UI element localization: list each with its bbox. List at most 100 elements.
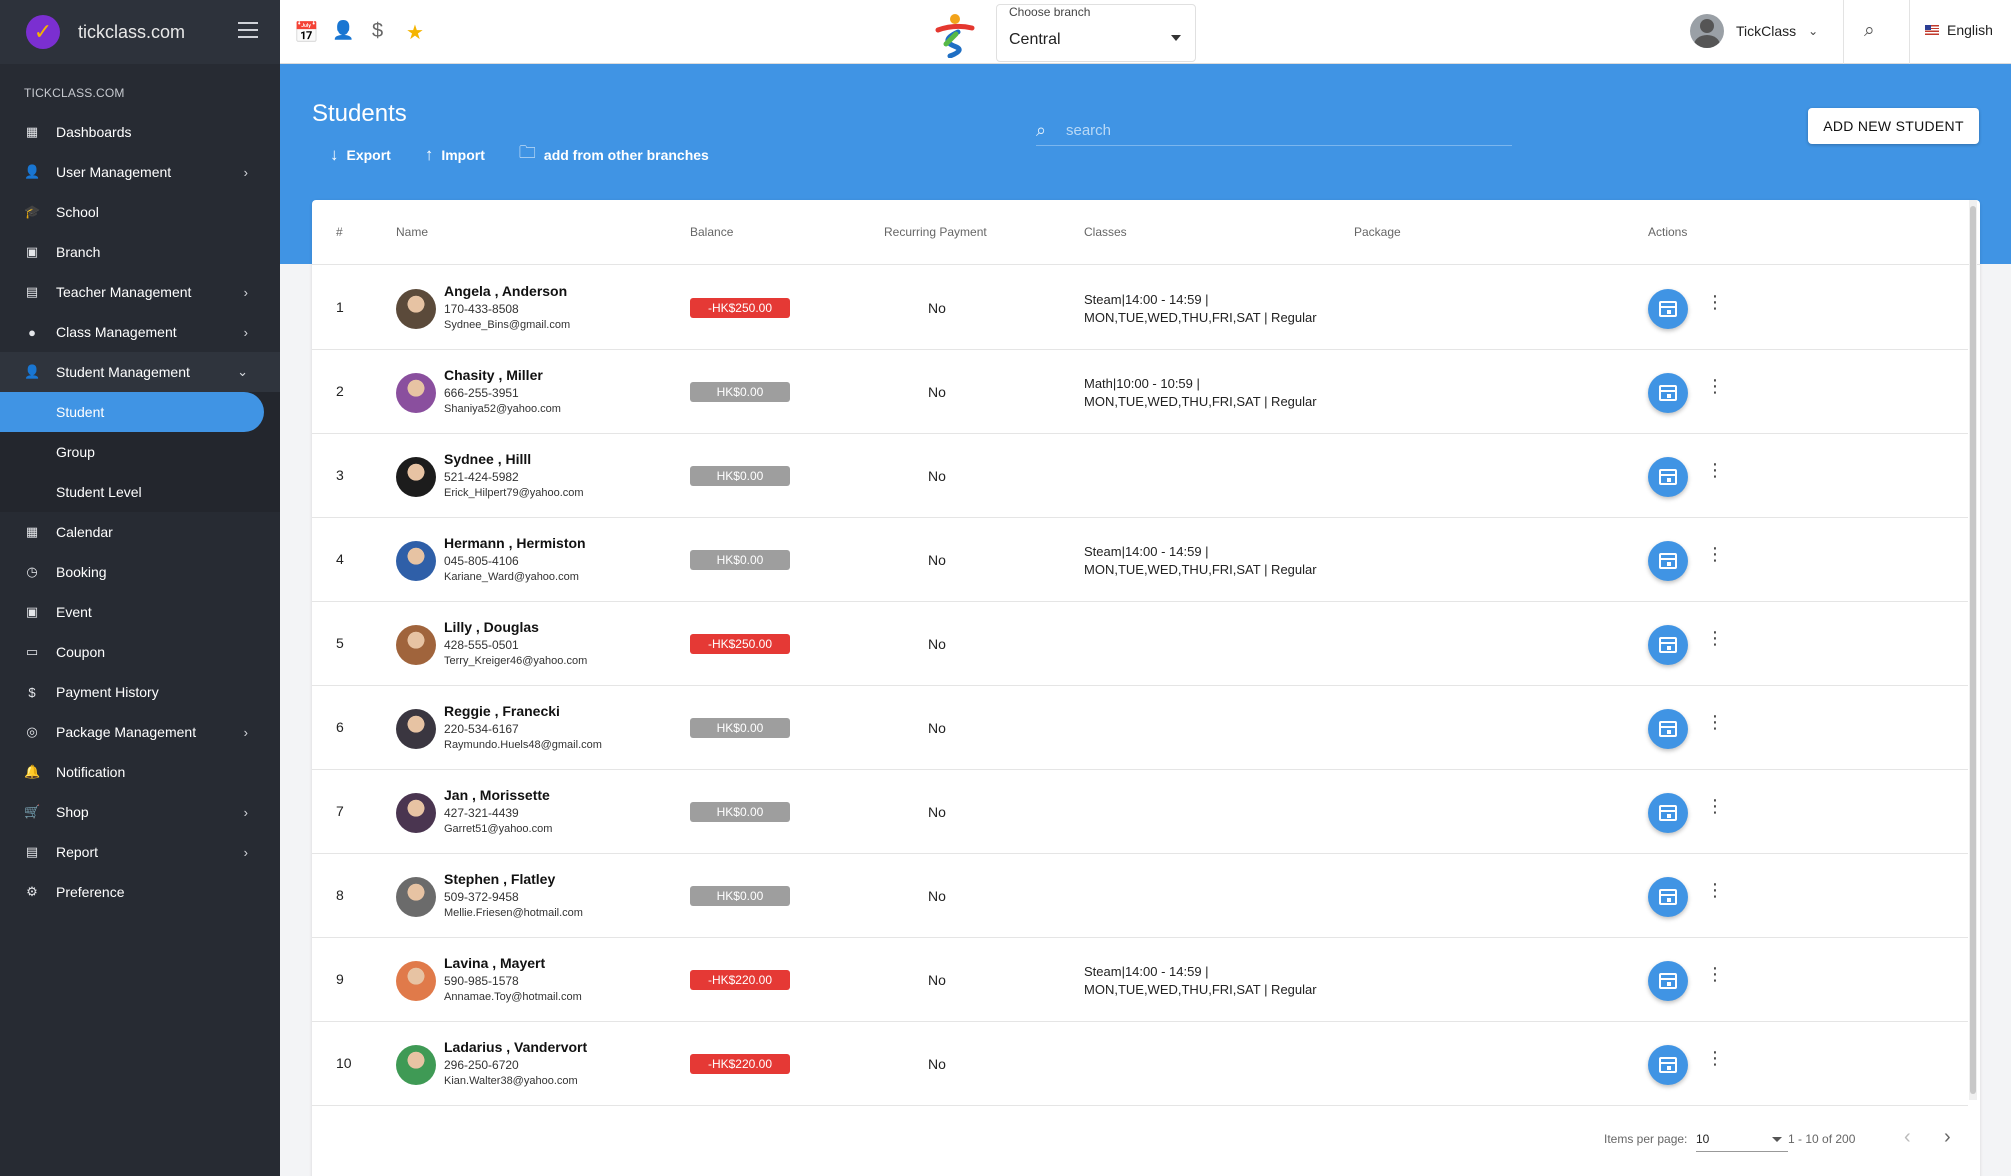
more-vertical-icon[interactable]: ⋮ <box>1706 377 1724 395</box>
schedule-button[interactable] <box>1648 961 1688 1001</box>
table-row[interactable]: 8 Stephen , Flatley 509-372-9458 Mellie.Fri… <box>312 854 1968 938</box>
student-name[interactable]: Reggie , Franecki <box>444 703 560 719</box>
student-name[interactable]: Hermann , Hermiston <box>444 535 586 551</box>
items-per-page-select[interactable]: 10 <box>1696 1124 1788 1152</box>
schedule-button[interactable] <box>1648 541 1688 581</box>
schedule-button[interactable] <box>1648 877 1688 917</box>
student-avatar <box>396 1045 436 1085</box>
add-new-student-button[interactable]: ADD NEW STUDENT <box>1808 108 1979 144</box>
student-name[interactable]: Chasity , Miller <box>444 367 543 383</box>
add-from-branches-button[interactable]: 🗀 add from other branches <box>519 140 709 169</box>
sidebar-item-label: User Management <box>56 164 172 180</box>
student-name[interactable]: Stephen , Flatley <box>444 871 555 887</box>
sidebar-item-label: Preference <box>56 884 125 900</box>
dollar-icon[interactable]: $ <box>372 20 383 43</box>
sidebar-item-preference[interactable]: ⚙ Preference <box>0 872 280 912</box>
table-row[interactable]: 3 Sydnee , Hilll 521-424-5982 Erick_Hilpert… <box>312 434 1968 518</box>
export-button[interactable]: ↓ Export <box>330 140 391 169</box>
previous-page-button[interactable]: ‹ <box>1904 1126 1911 1149</box>
table-row[interactable]: 4 Hermann , Hermiston 045-805-4106 Kariane_… <box>312 518 1968 602</box>
sidebar-item-report[interactable]: ▤ Report › <box>0 832 280 872</box>
import-button[interactable]: ↑ Import <box>425 140 485 169</box>
table-row[interactable]: 6 Reggie , Franecki 220-534-6167 Raymundo.H… <box>312 686 1968 770</box>
table-row[interactable]: 5 Lilly , Douglas 428-555-0501 Terry_Kreige… <box>312 602 1968 686</box>
schedule-button[interactable] <box>1648 1045 1688 1085</box>
calendar-icon[interactable]: 📅 <box>294 20 319 45</box>
table-row[interactable]: 10 Ladarius , Vandervort 296-250-6720 Kian.… <box>312 1022 1968 1106</box>
caret-down-icon <box>1772 1137 1782 1142</box>
student-avatar <box>396 373 436 413</box>
student-name[interactable]: Angela , Anderson <box>444 283 567 299</box>
sidebar-item-dashboards[interactable]: ▦ Dashboards <box>0 112 280 152</box>
schedule-button[interactable] <box>1648 793 1688 833</box>
student-email: Garret51@yahoo.com <box>444 823 553 835</box>
more-vertical-icon[interactable]: ⋮ <box>1706 629 1724 647</box>
more-vertical-icon[interactable]: ⋮ <box>1706 293 1724 311</box>
sidebar-item-package-management[interactable]: ◎ Package Management › <box>0 712 280 752</box>
search-input[interactable]: ⌕ search <box>1036 118 1512 146</box>
sidebar-item-teacher-management[interactable]: ▤ Teacher Management › <box>0 272 280 312</box>
more-vertical-icon[interactable]: ⋮ <box>1706 797 1724 815</box>
sidebar-item-payment-history[interactable]: $ Payment History <box>0 672 280 712</box>
star-icon[interactable]: ★ <box>406 20 424 45</box>
schedule-button[interactable] <box>1648 457 1688 497</box>
hamburger-menu-icon[interactable] <box>238 22 258 38</box>
sidebar-item-student-management[interactable]: 👤 Student Management ⌄ <box>0 352 280 392</box>
more-vertical-icon[interactable]: ⋮ <box>1706 1049 1724 1067</box>
balance-badge: -HK$220.00 <box>690 970 790 990</box>
sidebar-item-event[interactable]: ▣ Event <box>0 592 280 632</box>
sidebar-item-booking[interactable]: ◷ Booking <box>0 552 280 592</box>
calendar-icon <box>1659 973 1677 989</box>
schedule-button[interactable] <box>1648 373 1688 413</box>
schedule-button[interactable] <box>1648 625 1688 665</box>
scrollbar-thumb[interactable] <box>1970 206 1976 1094</box>
more-vertical-icon[interactable]: ⋮ <box>1706 881 1724 899</box>
branch-select-label: Choose branch <box>1009 5 1091 19</box>
more-vertical-icon[interactable]: ⋮ <box>1706 965 1724 983</box>
student-name[interactable]: Jan , Morissette <box>444 787 550 803</box>
branch-select[interactable]: Choose branch Central <box>996 4 1196 62</box>
dollar-icon: $ <box>28 684 36 700</box>
sidebar-item-branch[interactable]: ▣ Branch <box>0 232 280 272</box>
sidebar-item-shop[interactable]: 🛒 Shop › <box>0 792 280 832</box>
table-row[interactable]: 9 Lavina , Mayert 590-985-1578 Annamae.Toy@… <box>312 938 1968 1022</box>
sidebar-item-notification[interactable]: 🔔 Notification <box>0 752 280 792</box>
items-per-page-value: 10 <box>1696 1132 1710 1146</box>
sidebar-item-coupon[interactable]: ▭ Coupon <box>0 632 280 672</box>
recurring-payment: No <box>928 468 946 484</box>
recurring-payment: No <box>928 804 946 820</box>
row-number: 8 <box>336 887 344 903</box>
user-menu[interactable]: TickClass ⌄ <box>1690 14 1818 48</box>
more-vertical-icon[interactable]: ⋮ <box>1706 545 1724 563</box>
row-number: 9 <box>336 971 344 987</box>
student-name[interactable]: Lilly , Douglas <box>444 619 539 635</box>
sidebar-item-student-level[interactable]: Student Level <box>0 472 280 512</box>
student-management-submenu: Student Group Student Level <box>0 392 280 512</box>
sidebar-item-student[interactable]: Student <box>0 392 264 432</box>
more-vertical-icon[interactable]: ⋮ <box>1706 713 1724 731</box>
sidebar-item-school[interactable]: 🎓 School <box>0 192 280 232</box>
schedule-button[interactable] <box>1648 709 1688 749</box>
sidebar-item-label: Package Management <box>56 724 197 740</box>
search-icon[interactable]: ⌕ <box>1864 20 1875 42</box>
sidebar-item-user-management[interactable]: 👤 User Management › <box>0 152 280 192</box>
sidebar-item-calendar[interactable]: ▦ Calendar <box>0 512 280 552</box>
student-name[interactable]: Ladarius , Vandervort <box>444 1039 587 1055</box>
more-vertical-icon[interactable]: ⋮ <box>1706 461 1724 479</box>
sidebar-item-group[interactable]: Group <box>0 432 280 472</box>
chevron-right-icon: › <box>243 804 248 820</box>
sidebar-item-class-management[interactable]: ● Class Management › <box>0 312 280 352</box>
chevron-right-icon: › <box>243 284 248 300</box>
student-phone: 170-433-8508 <box>444 302 519 316</box>
table-row[interactable]: 2 Chasity , Miller 666-255-3951 Shaniya52@y… <box>312 350 1968 434</box>
next-page-button[interactable]: › <box>1944 1126 1951 1149</box>
table-row[interactable]: 7 Jan , Morissette 427-321-4439 Garret51@ya… <box>312 770 1968 854</box>
student-name[interactable]: Sydnee , Hilll <box>444 451 531 467</box>
student-name[interactable]: Lavina , Mayert <box>444 955 545 971</box>
scrollbar[interactable] <box>1969 200 1977 1100</box>
table-row[interactable]: 1 Angela , Anderson 170-433-8508 Sydnee_Bin… <box>312 266 1968 350</box>
column-classes: Classes <box>1084 225 1127 239</box>
language-selector[interactable]: English <box>1925 22 1993 38</box>
person-icon[interactable]: 👤 <box>332 20 354 41</box>
schedule-button[interactable] <box>1648 289 1688 329</box>
